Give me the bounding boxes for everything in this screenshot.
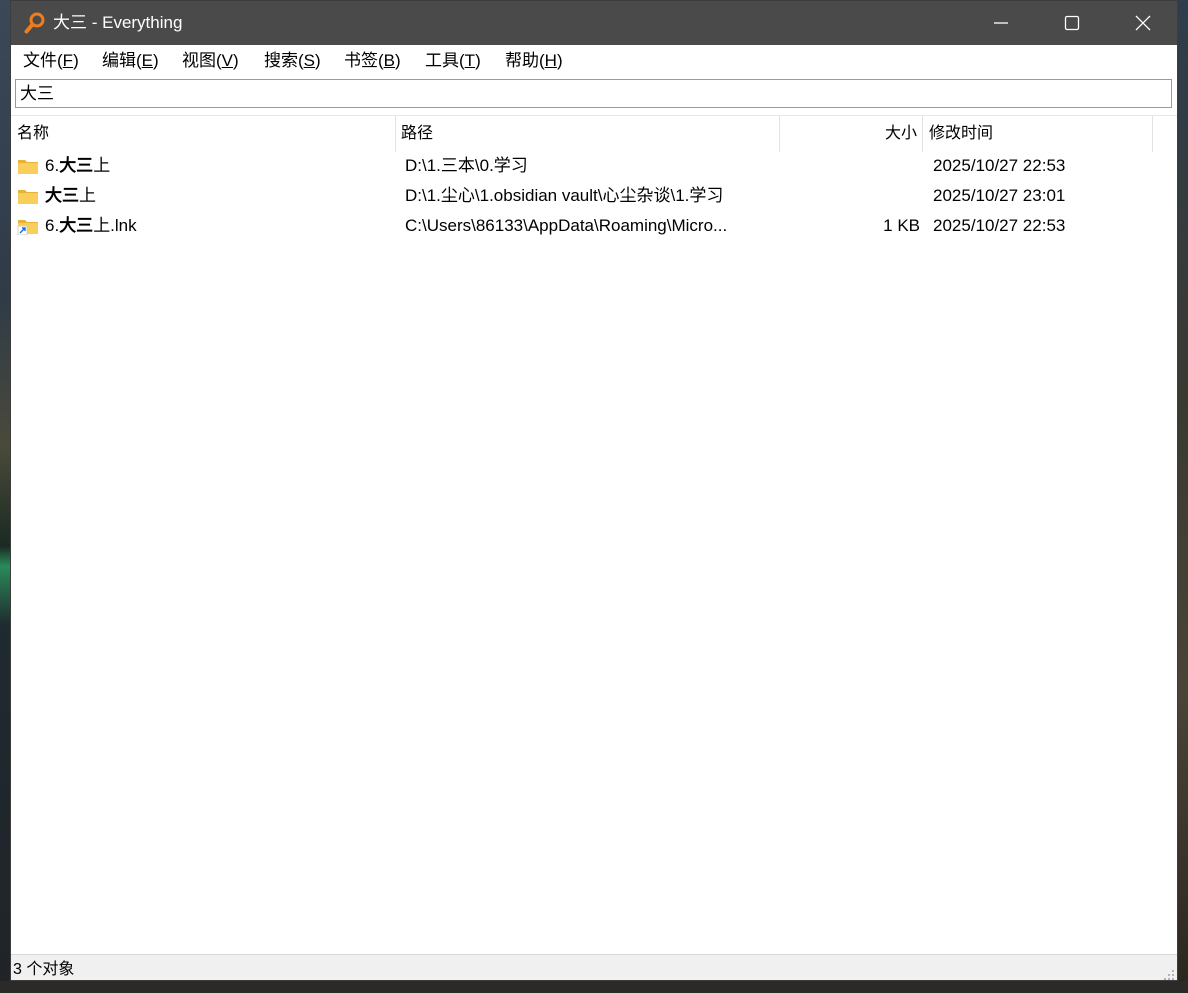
menu-help[interactable]: 帮助(H): [505, 49, 563, 73]
result-path: D:\1.尘心\1.obsidian vault\心尘杂谈\1.学习: [405, 186, 724, 205]
column-header-path[interactable]: 路径: [401, 116, 781, 152]
resize-grip-icon[interactable]: [1163, 968, 1175, 980]
maximize-button[interactable]: [1037, 1, 1107, 45]
menu-file[interactable]: 文件(F): [23, 49, 79, 73]
menu-bar: 文件(F) 编辑(E) 视图(V) 搜索(S) 书签(B) 工具(T) 帮助(H…: [11, 45, 1177, 76]
result-row[interactable]: 大三上 D:\1.尘心\1.obsidian vault\心尘杂谈\1.学习 2…: [11, 181, 1177, 211]
result-modified: 2025/10/27 22:53: [933, 216, 1066, 235]
menu-tools[interactable]: 工具(T): [425, 49, 481, 73]
column-header: 名称 路径 大小 修改时间: [11, 115, 1177, 152]
result-row[interactable]: 6.大三上.lnk C:\Users\86133\AppData\Roaming…: [11, 211, 1177, 241]
close-icon: [1135, 15, 1151, 31]
folder-icon: [17, 187, 39, 205]
result-modified: 2025/10/27 22:53: [933, 156, 1066, 175]
status-bar: 3 个对象: [11, 954, 1177, 980]
menu-edit[interactable]: 编辑(E): [102, 49, 159, 73]
magnifier-app-icon: [24, 12, 46, 34]
result-size: [779, 181, 920, 211]
menu-bookmarks[interactable]: 书签(B): [344, 49, 401, 73]
search-box: [15, 79, 1172, 108]
column-header-size[interactable]: 大小: [781, 116, 917, 152]
minimize-button[interactable]: [966, 1, 1036, 45]
desktop-edge-left: [0, 0, 10, 993]
menu-view[interactable]: 视图(V): [182, 49, 239, 73]
result-path: D:\1.三本\0.学习: [405, 156, 528, 175]
menu-search[interactable]: 搜索(S): [264, 49, 321, 73]
column-separator[interactable]: [779, 116, 780, 152]
result-name: 6.大三上: [45, 156, 111, 175]
result-name: 6.大三上.lnk: [45, 216, 137, 235]
window-title: 大三 - Everything: [53, 13, 183, 32]
result-modified: 2025/10/27 23:01: [933, 186, 1066, 205]
result-row[interactable]: 6.大三上 D:\1.三本\0.学习 2025/10/27 22:53: [11, 151, 1177, 181]
everything-window: 大三 - Everything 文件(F) 编辑(E) 视图(V) 搜索(S) …: [10, 0, 1178, 981]
status-count: 3 个对象: [13, 961, 75, 978]
result-name: 大三上: [45, 186, 96, 205]
search-input[interactable]: [18, 81, 1170, 106]
result-size: [779, 151, 920, 181]
column-separator[interactable]: [922, 116, 923, 152]
close-button[interactable]: [1108, 1, 1177, 45]
minimize-icon: [994, 22, 1008, 24]
shortcut-folder-icon: [17, 217, 39, 236]
result-size: 1 KB: [883, 216, 920, 235]
column-header-modified[interactable]: 修改时间: [929, 116, 1149, 152]
folder-icon: [17, 157, 39, 175]
column-separator[interactable]: [1152, 116, 1153, 152]
column-separator[interactable]: [395, 116, 396, 152]
maximize-icon: [1064, 15, 1080, 31]
desktop-edge-right: [1178, 0, 1188, 993]
title-bar[interactable]: 大三 - Everything: [11, 1, 1177, 45]
column-header-name[interactable]: 名称: [17, 116, 397, 152]
desktop-edge-bottom: [0, 981, 1188, 993]
result-path: C:\Users\86133\AppData\Roaming\Micro...: [405, 216, 728, 235]
